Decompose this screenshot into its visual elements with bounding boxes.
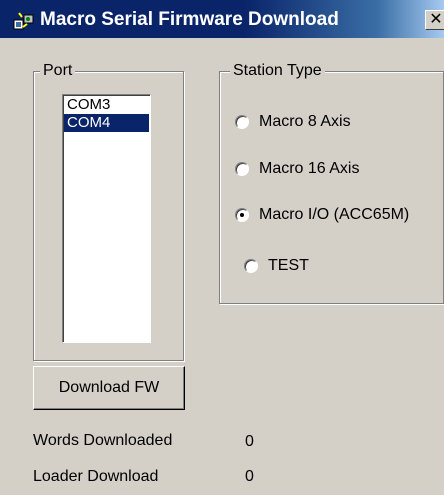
download-fw-button[interactable]: Download FW [33,366,185,410]
radio-label: Macro 8 Axis [259,113,351,130]
station-type-group-label: Station Type [230,61,325,81]
loader-download-value: 0 [245,468,254,485]
close-button[interactable]: ✕ [425,10,444,30]
port-listbox[interactable]: COM3 COM4 [62,94,151,343]
port-group-label: Port [40,61,76,81]
radio-button-icon [235,115,249,129]
radio-label: TEST [268,257,309,274]
port-list-item[interactable]: COM4 [64,114,149,132]
port-list-item[interactable]: COM3 [64,96,149,114]
radio-dot [240,213,244,217]
radio-button-icon [235,162,249,176]
radio-label: Macro I/O (ACC65M) [259,206,410,223]
radio-button-icon [235,208,249,222]
words-downloaded-label: Words Downloaded [33,432,173,449]
radio-label: Macro 16 Axis [259,160,360,177]
loader-download-label: Loader Download [33,468,159,485]
app-icon [13,12,34,30]
title-bar[interactable]: Macro Serial Firmware Download ✕ [0,0,444,38]
radio-button-icon [244,259,258,273]
close-icon: ✕ [429,11,443,28]
dialog-window: Macro Serial Firmware Download ✕ Port CO… [0,0,444,495]
words-downloaded-value: 0 [245,433,254,450]
window-title: Macro Serial Firmware Download [40,9,339,30]
